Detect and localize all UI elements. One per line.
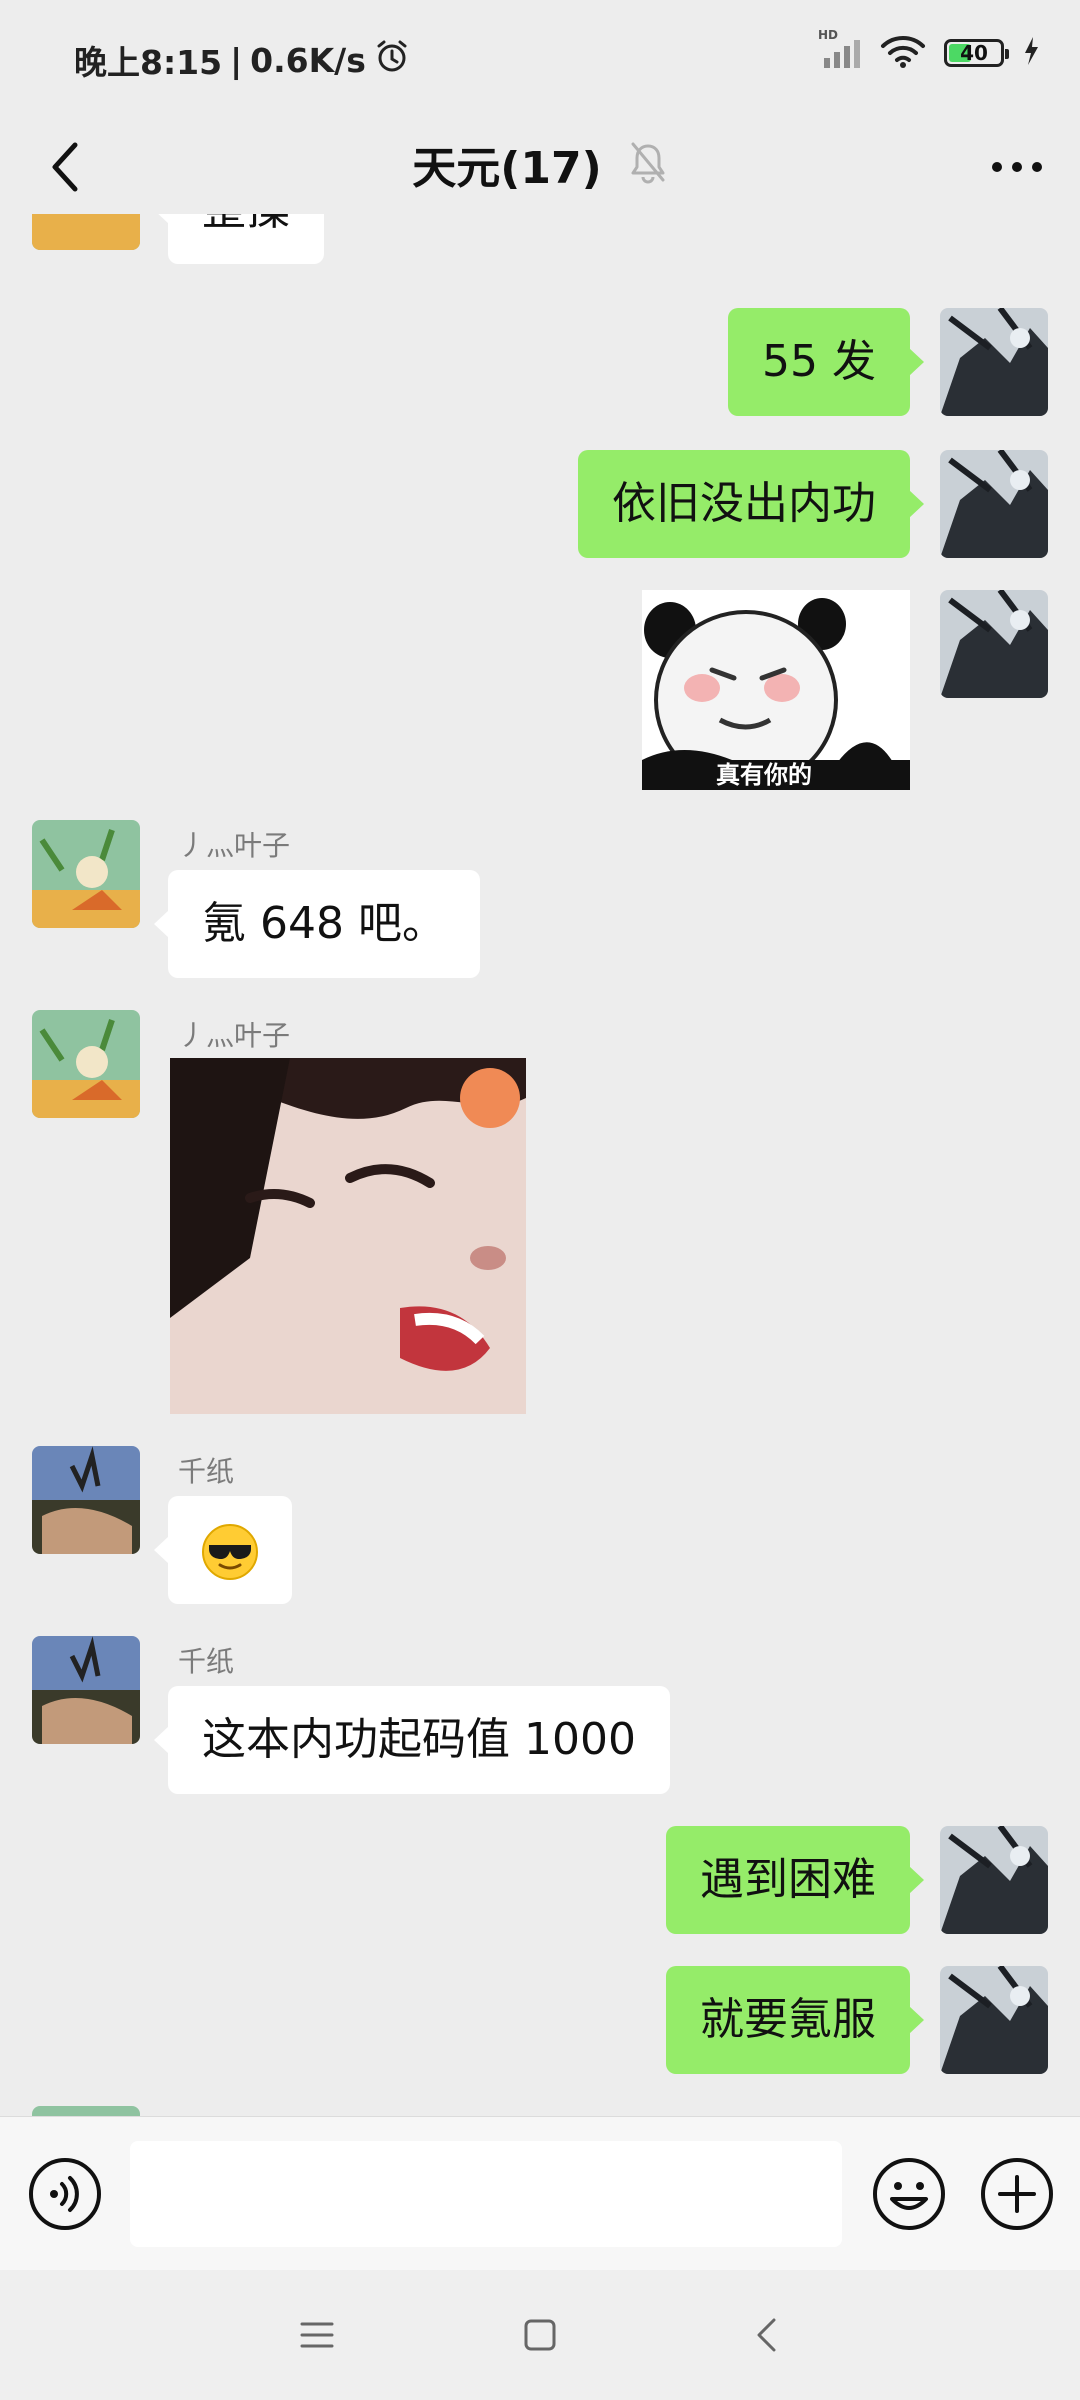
status-time: 晚上8:15 bbox=[74, 43, 223, 82]
avatar-qianzhi[interactable] bbox=[32, 1446, 140, 1554]
sunglasses-emoji-icon bbox=[201, 1523, 259, 1581]
more-dots-icon bbox=[992, 162, 1042, 172]
message-bubble[interactable]: 55 发 bbox=[728, 308, 924, 416]
smiley-icon bbox=[873, 2158, 945, 2230]
home-square-icon bbox=[524, 2319, 556, 2351]
avatar-yezi[interactable] bbox=[32, 2106, 140, 2116]
chat-header: 天元(17) bbox=[0, 118, 1080, 214]
message-bubble[interactable]: 氪 648 吧。 bbox=[154, 870, 480, 978]
title-wrap: 天元(17) bbox=[0, 132, 1080, 196]
system-nav-bar bbox=[0, 2270, 1080, 2400]
nav-home-button[interactable] bbox=[515, 2310, 565, 2360]
status-right: HD 40 bbox=[818, 28, 1040, 72]
status-speed: 0.6K/s bbox=[250, 40, 366, 80]
chat-title: 天元(17) bbox=[412, 143, 602, 194]
sender-name: 千纸 bbox=[178, 1455, 235, 1488]
wifi-icon bbox=[880, 34, 926, 72]
status-bar: 晚上8:15 | 0.6K/s HD 40 bbox=[0, 0, 1080, 118]
signal-icon: HD bbox=[818, 28, 862, 70]
sticker-panda[interactable]: 真有你的 bbox=[642, 590, 910, 790]
avatar-yezi[interactable] bbox=[32, 820, 140, 928]
more-actions-button[interactable] bbox=[980, 2157, 1054, 2231]
battery-icon: 40 bbox=[944, 39, 1009, 67]
more-options-button[interactable] bbox=[982, 132, 1052, 202]
avatar-yezi[interactable] bbox=[32, 214, 140, 250]
charging-icon bbox=[1022, 35, 1040, 71]
message-list[interactable]: 整操 55 发 依旧没出内功 真有你的 丿灬叶子 氪 648 吧。 bbox=[0, 214, 1080, 2116]
message-bubble[interactable]: 这本内功起码值 1000 bbox=[154, 1686, 670, 1794]
avatar-self[interactable] bbox=[940, 590, 1048, 698]
avatar-self[interactable] bbox=[940, 308, 1048, 416]
network-label: HD bbox=[818, 28, 839, 42]
status-left: 晚上8:15 | 0.6K/s bbox=[74, 36, 410, 84]
avatar-self[interactable] bbox=[940, 1966, 1048, 2074]
avatar-self[interactable] bbox=[940, 450, 1048, 558]
sender-name: 丿灬叶子 bbox=[178, 829, 291, 862]
chevron-left-icon bbox=[757, 2318, 776, 2352]
message-input[interactable] bbox=[130, 2141, 842, 2247]
plus-circle-icon bbox=[981, 2158, 1053, 2230]
avatar-qianzhi[interactable] bbox=[32, 1636, 140, 1744]
mute-bell-icon bbox=[628, 140, 668, 188]
voice-icon bbox=[29, 2158, 101, 2230]
avatar-yezi[interactable] bbox=[32, 1010, 140, 1118]
voice-button[interactable] bbox=[28, 2157, 102, 2231]
laughing-child-photo bbox=[170, 1058, 526, 1414]
image-message[interactable] bbox=[170, 1058, 526, 1414]
avatar-self[interactable] bbox=[940, 1826, 1048, 1934]
alarm-icon bbox=[374, 38, 410, 82]
input-bar bbox=[0, 2116, 1080, 2271]
message-bubble[interactable]: 遇到困难 bbox=[666, 1826, 924, 1934]
sender-name: 千纸 bbox=[178, 1645, 235, 1678]
message-bubble[interactable]: 整操 bbox=[154, 214, 324, 264]
emoji-button[interactable] bbox=[872, 2157, 946, 2231]
sender-name: 丿灬叶子 bbox=[178, 1019, 291, 1052]
message-bubble[interactable]: 就要氪服 bbox=[666, 1966, 924, 2074]
menu-icon bbox=[300, 2322, 334, 2348]
message-bubble[interactable]: 依旧没出内功 bbox=[578, 450, 924, 558]
battery-level: 40 bbox=[960, 41, 988, 65]
nav-back-button[interactable] bbox=[742, 2310, 792, 2360]
sticker-caption: 真有你的 bbox=[716, 761, 812, 789]
emoji-bubble[interactable] bbox=[154, 1496, 292, 1604]
nav-menu-button[interactable] bbox=[292, 2310, 342, 2360]
